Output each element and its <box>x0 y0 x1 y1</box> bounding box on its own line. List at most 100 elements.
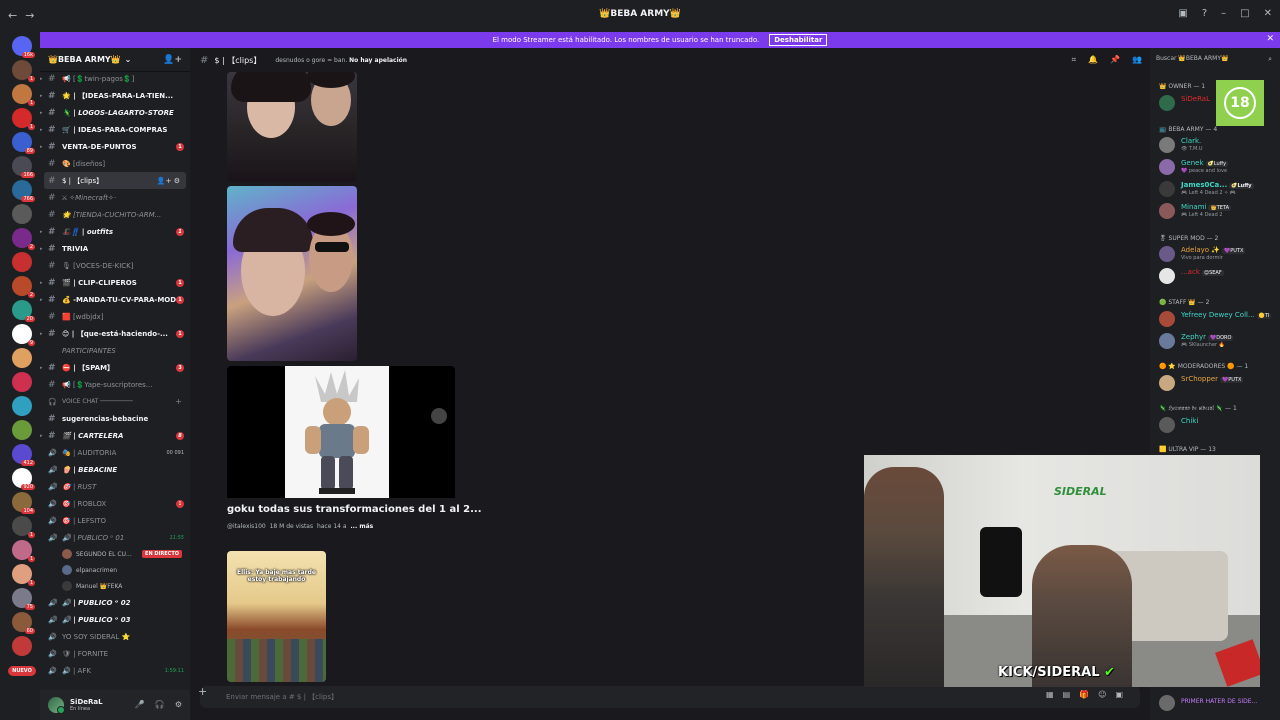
server-icon[interactable]: 2 <box>12 228 35 250</box>
channel-item[interactable]: ▸ # 📢 [💲twin-pagos💲] <box>40 70 190 87</box>
message-input[interactable]: Enviar mensaje a # $ | 【clips】 <box>200 686 1140 708</box>
server-icon[interactable]: 60 <box>12 612 35 634</box>
channel-item-clips[interactable]: # $ | 【clips】 👤+ ⚙ <box>44 172 186 189</box>
gear-icon[interactable]: ⚙ <box>175 700 182 709</box>
server-icon[interactable]: 766 <box>12 180 35 202</box>
server-icon[interactable]: 2 <box>12 276 35 298</box>
server-icon[interactable]: 920 <box>12 468 35 490</box>
voice-channel-item[interactable]: 🔊 🔊 | AFK 1:59:11 <box>40 662 190 679</box>
channel-item[interactable]: ▸ # VENTA-DE-PUNTOS 1 <box>40 138 190 155</box>
headphones-icon[interactable]: 🎧 <box>155 700 165 709</box>
more-link[interactable]: ... más <box>350 523 373 530</box>
video-player[interactable] <box>227 366 455 498</box>
member-item[interactable]: ...ack 😊SEAF <box>1159 265 1279 285</box>
image-attachment[interactable]: Ellis: Ya baje mas tarde estoy trabajand… <box>227 551 326 682</box>
server-icon[interactable] <box>12 348 32 368</box>
member-item[interactable]: Adelayo ✨ 💜PUTX Vivo para dormir <box>1159 243 1279 263</box>
channel-item[interactable]: # sugerencias-bebacine <box>40 410 190 427</box>
server-icon[interactable]: 104 <box>12 492 35 514</box>
channel-item[interactable]: ▸ # 🎬 | CARTELERA 8 <box>40 427 190 444</box>
help-icon[interactable]: ? <box>1202 8 1207 19</box>
member-item[interactable]: Zephyr 💜DORO 🎮 SKlauncher 🔥 <box>1159 330 1279 350</box>
disable-streamer-button[interactable]: Deshabilitar <box>769 34 828 46</box>
channel-item[interactable]: ▸ # 🛒 | IDEAS-PARA-COMPRAS <box>40 121 190 138</box>
voice-channel-item[interactable]: 🔊 🎭 | AUDITORIA 00 091 <box>40 444 190 461</box>
channel-item[interactable]: # ⚔ ✧Minecraft✧· <box>40 189 190 206</box>
new-servers-pill[interactable]: NUEVO <box>8 666 36 676</box>
home-server-icon[interactable]: 16k <box>12 36 35 58</box>
server-icon[interactable]: 166 <box>12 156 35 178</box>
server-icon[interactable]: 1 <box>12 84 35 106</box>
server-search[interactable]: Buscar 👑BEBA ARMY👑 ⌕ <box>1156 55 1274 67</box>
maximize-button[interactable]: □ <box>1240 8 1249 19</box>
close-window-button[interactable]: ✕ <box>1264 8 1272 19</box>
channel-item[interactable]: ▸ # 🎩👖 | outfits 1 <box>40 223 190 240</box>
video-embed[interactable]: goku todas sus transformaciones del 1 al… <box>227 366 482 542</box>
server-icon[interactable]: 1 <box>12 564 35 586</box>
server-header[interactable]: 👑BEBA ARMY👑 ⌄ 👤+ <box>40 48 190 72</box>
server-icon[interactable] <box>12 252 32 272</box>
member-item[interactable]: SiDeRaL <box>1159 92 1279 112</box>
voice-channel-item[interactable]: 🔊 🛡 | FORNITE <box>40 645 190 662</box>
voice-channel-item[interactable]: 🔊 🎯 | RUST <box>40 478 190 495</box>
emoji-icon[interactable]: ☺ <box>1098 690 1106 699</box>
member-item[interactable]: Clark. 👁 T.M.U <box>1159 134 1279 154</box>
server-icon[interactable]: 75 <box>12 588 35 610</box>
voice-channel-item[interactable]: 🔊 YO SOY SIDERAL ⭐ <box>40 628 190 645</box>
channel-item[interactable]: ▸ # 🦎 | LOGOS-LAGARTO-STORE <box>40 104 190 121</box>
member-item[interactable]: SrChopper 💜PUTX <box>1159 372 1279 392</box>
sticker-icon[interactable]: ▣ <box>1115 690 1123 699</box>
server-icon[interactable]: 1 <box>12 540 35 562</box>
member-item[interactable]: James0Ca... 🥑Luffy 🎮 Left 4 Dead 2 ✧ 🎮 <box>1159 178 1279 198</box>
channel-item[interactable]: ▸ # 😊 | 【que-está-haciendo-... 1 <box>40 325 190 342</box>
channel-item[interactable]: # 🌟 [TIENDA-CUCHITO-ARM... <box>40 206 190 223</box>
member-item[interactable]: Chiki <box>1159 414 1279 434</box>
voice-user[interactable]: Manuel 👑FEKA <box>40 578 190 594</box>
add-channel-icon[interactable]: + <box>175 397 182 406</box>
gift-icon[interactable]: 🎁 <box>1079 690 1089 699</box>
server-icon[interactable]: 412 <box>12 444 35 466</box>
server-icon[interactable] <box>12 396 32 416</box>
server-icon[interactable]: 89 <box>12 132 35 154</box>
voice-channel-item[interactable]: 🔊 🔊 | PUBLICO ᵒ 02 <box>40 594 190 611</box>
channel-item[interactable]: ▸ # ⛔ | 【SPAM】 3 <box>40 359 190 376</box>
member-item[interactable]: Minami 👑TETA 🎮 Left 4 Dead 2 <box>1159 200 1279 220</box>
inbox-icon[interactable]: ▣ <box>1178 8 1187 19</box>
image-attachment[interactable] <box>227 186 357 361</box>
member-item[interactable]: Genek 🥑Luffy 💜 peace and love <box>1159 156 1279 176</box>
server-icon[interactable] <box>12 204 32 224</box>
voice-channel-item[interactable]: 🔊 🍿 | BEBACINE <box>40 461 190 478</box>
server-icon[interactable]: 1 <box>12 516 35 538</box>
server-icon[interactable] <box>12 420 32 440</box>
voice-channel-item[interactable]: 🔊 🎯 | ROBLOX 1 <box>40 495 190 512</box>
channel-settings-icon[interactable]: 👤+ ⚙ <box>157 177 180 185</box>
server-icon[interactable]: 20 <box>12 300 35 322</box>
server-icon[interactable]: 9 <box>12 324 35 346</box>
channel-item[interactable]: ▸ # 🌟 | 【IDEAS-PARA-LA-TIEN... <box>40 87 190 104</box>
server-icon[interactable] <box>12 372 32 392</box>
channel-item[interactable]: ▸ # TRIVIA <box>40 240 190 257</box>
bell-icon[interactable]: 🔔 <box>1088 55 1098 65</box>
channel-item[interactable]: ▸ # 💰 -MANDA-TU-CV-PARA-MOD 1 <box>40 291 190 308</box>
minimize-button[interactable]: – <box>1221 8 1226 19</box>
image-attachment[interactable] <box>227 72 357 182</box>
user-info[interactable]: SiDeRaL En línea <box>70 698 103 712</box>
video-channel[interactable]: @italexis100 <box>227 523 266 530</box>
channel-item[interactable]: ▸ # 🎬 | CLIP-CLIPEROS 1 <box>40 274 190 291</box>
avatar[interactable] <box>48 697 65 714</box>
category-participantes[interactable]: PARTICIPANTES <box>40 342 190 359</box>
apps-icon[interactable]: ▦ <box>1046 690 1054 699</box>
video-title[interactable]: goku todas sus transformaciones del 1 al… <box>227 504 482 515</box>
invite-icon[interactable]: 👤+ <box>163 55 182 65</box>
server-icon[interactable]: 1 <box>12 108 35 130</box>
voice-category-header[interactable]: 🎧 VOICE CHAT ───────── + <box>40 393 190 410</box>
channel-item[interactable]: # 🟥 [wdbjdx] <box>40 308 190 325</box>
banner-close-icon[interactable]: ✕ <box>1266 34 1274 44</box>
voice-user[interactable]: elpanacrimen <box>40 562 190 578</box>
voice-channel-item[interactable]: 🔊 🔊 | PUBLICO ᵒ 01 11:55 <box>40 529 190 546</box>
channel-item[interactable]: # 🎙 [VOCES-DE-KICK] <box>40 257 190 274</box>
member-item[interactable]: Yefreey Dewey Coll... 🟡TI <box>1159 308 1279 328</box>
play-icon[interactable] <box>431 408 447 424</box>
threads-icon[interactable]: ⌗ <box>1072 55 1077 65</box>
channel-item[interactable]: # 📢 [💲Yape-suscriptores... <box>40 376 190 393</box>
